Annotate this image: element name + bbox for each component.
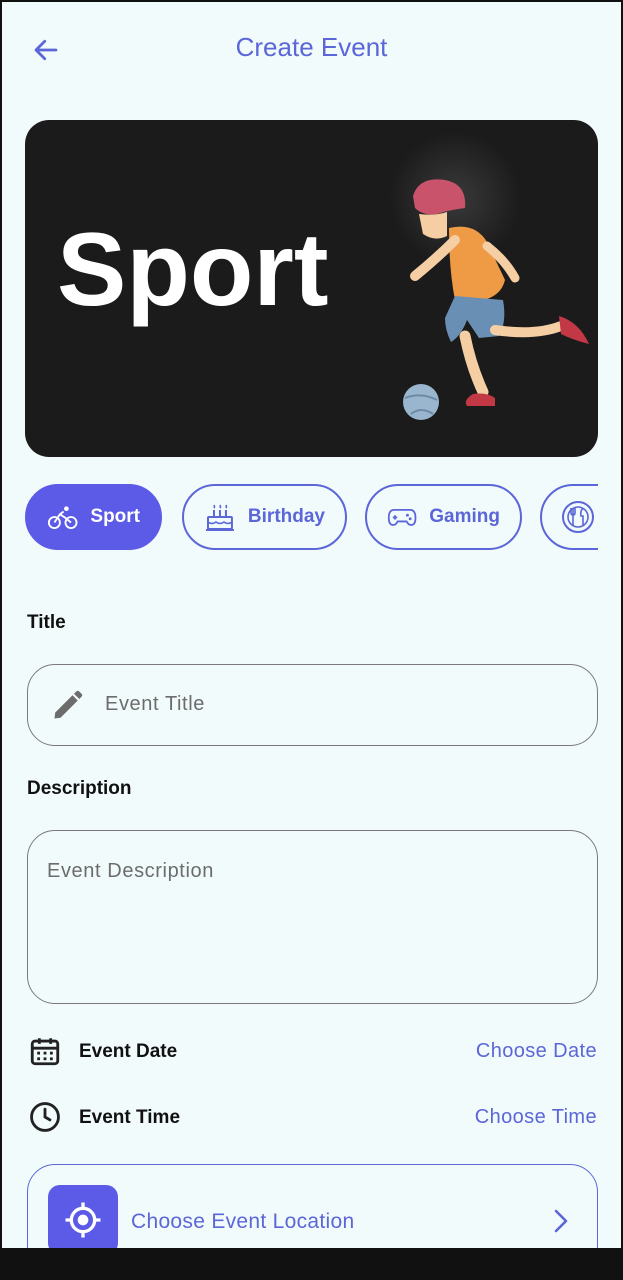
create-event-screen: Create Event Sport Sport Birthday Gaming… (2, 2, 621, 1248)
event-description-placeholder: Event Description (47, 860, 214, 882)
calendar-icon (30, 1038, 60, 1066)
chip-gaming-label: Gaming (429, 506, 500, 527)
event-title-placeholder: Event Title (105, 693, 205, 715)
event-description-input[interactable]: Event Description (27, 830, 598, 1004)
page-title: Create Event (235, 32, 388, 62)
gps-target-icon (65, 1202, 101, 1238)
pencil-icon (54, 690, 83, 719)
choose-location-label: Choose Event Location (131, 1210, 355, 1233)
chip-birthday[interactable]: Birthday (182, 484, 347, 550)
chip-gaming[interactable]: Gaming (365, 484, 522, 550)
boy-kicking-ball-illustration (389, 132, 589, 420)
chip-birthday-label: Birthday (247, 506, 325, 527)
bicycle-icon (47, 506, 78, 530)
title-label: Title (27, 612, 66, 633)
dining-icon (562, 501, 594, 533)
category-chips: Sport Birthday Gaming (25, 484, 598, 554)
chevron-right-icon (554, 1209, 568, 1233)
banner-text: Sport (57, 212, 329, 328)
category-banner: Sport (25, 120, 598, 457)
event-title-input[interactable]: Event Title (27, 664, 598, 746)
choose-date-button[interactable]: Choose Date (476, 1040, 597, 1063)
event-date-label: Event Date (79, 1041, 178, 1062)
clock-icon (30, 1102, 60, 1132)
choose-location-card[interactable]: Choose Event Location (27, 1164, 598, 1248)
description-label: Description (27, 778, 132, 799)
gamepad-icon (387, 508, 417, 526)
chip-sport-label: Sport (90, 506, 140, 527)
app-bar: Create Event (2, 2, 621, 98)
choose-time-button[interactable]: Choose Time (475, 1106, 597, 1129)
chip-sport[interactable]: Sport (25, 484, 162, 550)
location-icon-box (48, 1185, 118, 1248)
event-time-label: Event Time (79, 1107, 181, 1128)
chip-dining[interactable] (540, 484, 598, 550)
cake-icon (205, 504, 234, 531)
